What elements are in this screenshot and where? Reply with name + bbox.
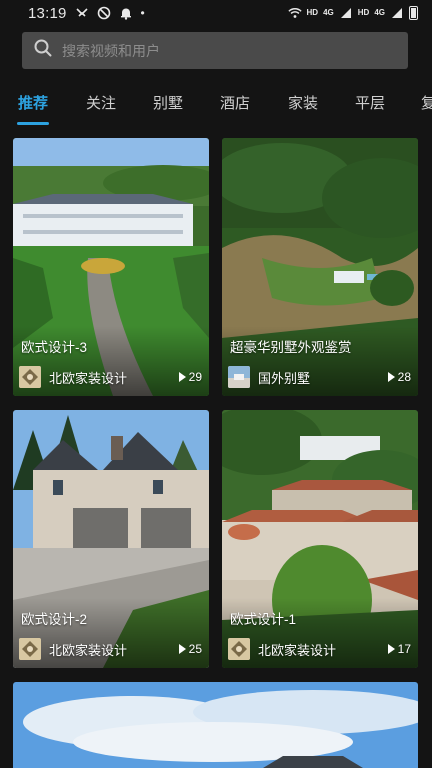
view-count-value: 29 [188,370,202,384]
video-thumbnail [13,682,418,768]
view-count: 25 [178,642,202,656]
author-name: 国外别墅 [258,370,311,386]
signal-icon [390,6,404,20]
category-tabs: 推荐 关注 别墅 酒店 家装 平层 复 [0,84,432,128]
play-icon [387,372,395,382]
network-label: 4G [374,8,385,17]
active-tab-indicator [17,122,49,125]
notification-bell-icon [119,6,133,20]
signal-icon [339,6,353,20]
tab-flat[interactable]: 平层 [355,92,385,113]
view-count-value: 25 [188,642,202,656]
search-input[interactable] [62,42,382,59]
card-title: 欧式设计-3 [21,340,88,355]
search-icon [34,39,52,62]
network-activity-icon [75,6,89,20]
card-author[interactable]: 北欧家装设计 [19,366,127,388]
avatar [19,638,41,660]
search-bar[interactable] [22,32,408,69]
network-label: HD [306,8,319,17]
video-card[interactable]: 欧式设计-2 北欧家装设计 25 [13,410,209,668]
card-title: 欧式设计-2 [21,612,88,627]
view-count: 28 [387,370,411,384]
avatar [228,638,250,660]
video-card[interactable]: 欧式设计-3 北欧家装设计 29 [13,138,209,396]
card-author[interactable]: 北欧家装设计 [228,638,336,660]
status-time: 13:19 [28,4,67,22]
view-count-value: 28 [397,370,411,384]
view-count-value: 17 [397,642,411,656]
author-name: 北欧家装设计 [49,370,128,386]
network-label: HD [357,8,370,17]
avatar [19,366,41,388]
play-icon [178,644,186,654]
play-icon [178,372,186,382]
view-count: 29 [178,370,202,384]
tab-recommend[interactable]: 推荐 [18,92,48,113]
play-icon [387,644,395,654]
tab-more[interactable]: 复 [421,92,432,113]
wifi-icon [287,6,302,20]
tab-hotel[interactable]: 酒店 [220,92,250,113]
author-name: 北欧家装设计 [258,642,337,658]
card-author[interactable]: 北欧家装设计 [19,638,127,660]
avatar [228,366,250,388]
card-title: 超豪华别墅外观鉴赏 [230,340,352,355]
tab-following[interactable]: 关注 [86,92,116,113]
status-dot: • [140,6,145,20]
battery-icon [409,6,418,20]
video-card[interactable]: 欧式设计-1 北欧家装设计 17 [222,410,418,668]
blocked-icon [97,6,111,20]
view-count: 17 [387,642,411,656]
video-card[interactable]: 超豪华别墅外观鉴赏 国外别墅 28 [222,138,418,396]
tab-villa[interactable]: 别墅 [153,92,183,113]
status-bar: 13:19 • HD 4G HD 4G [0,0,432,26]
video-card[interactable] [13,682,418,768]
tab-home-decor[interactable]: 家装 [288,92,318,113]
card-title: 欧式设计-1 [230,612,297,627]
card-author[interactable]: 国外别墅 [228,366,310,388]
author-name: 北欧家装设计 [49,642,128,658]
network-label: 4G [323,8,334,17]
